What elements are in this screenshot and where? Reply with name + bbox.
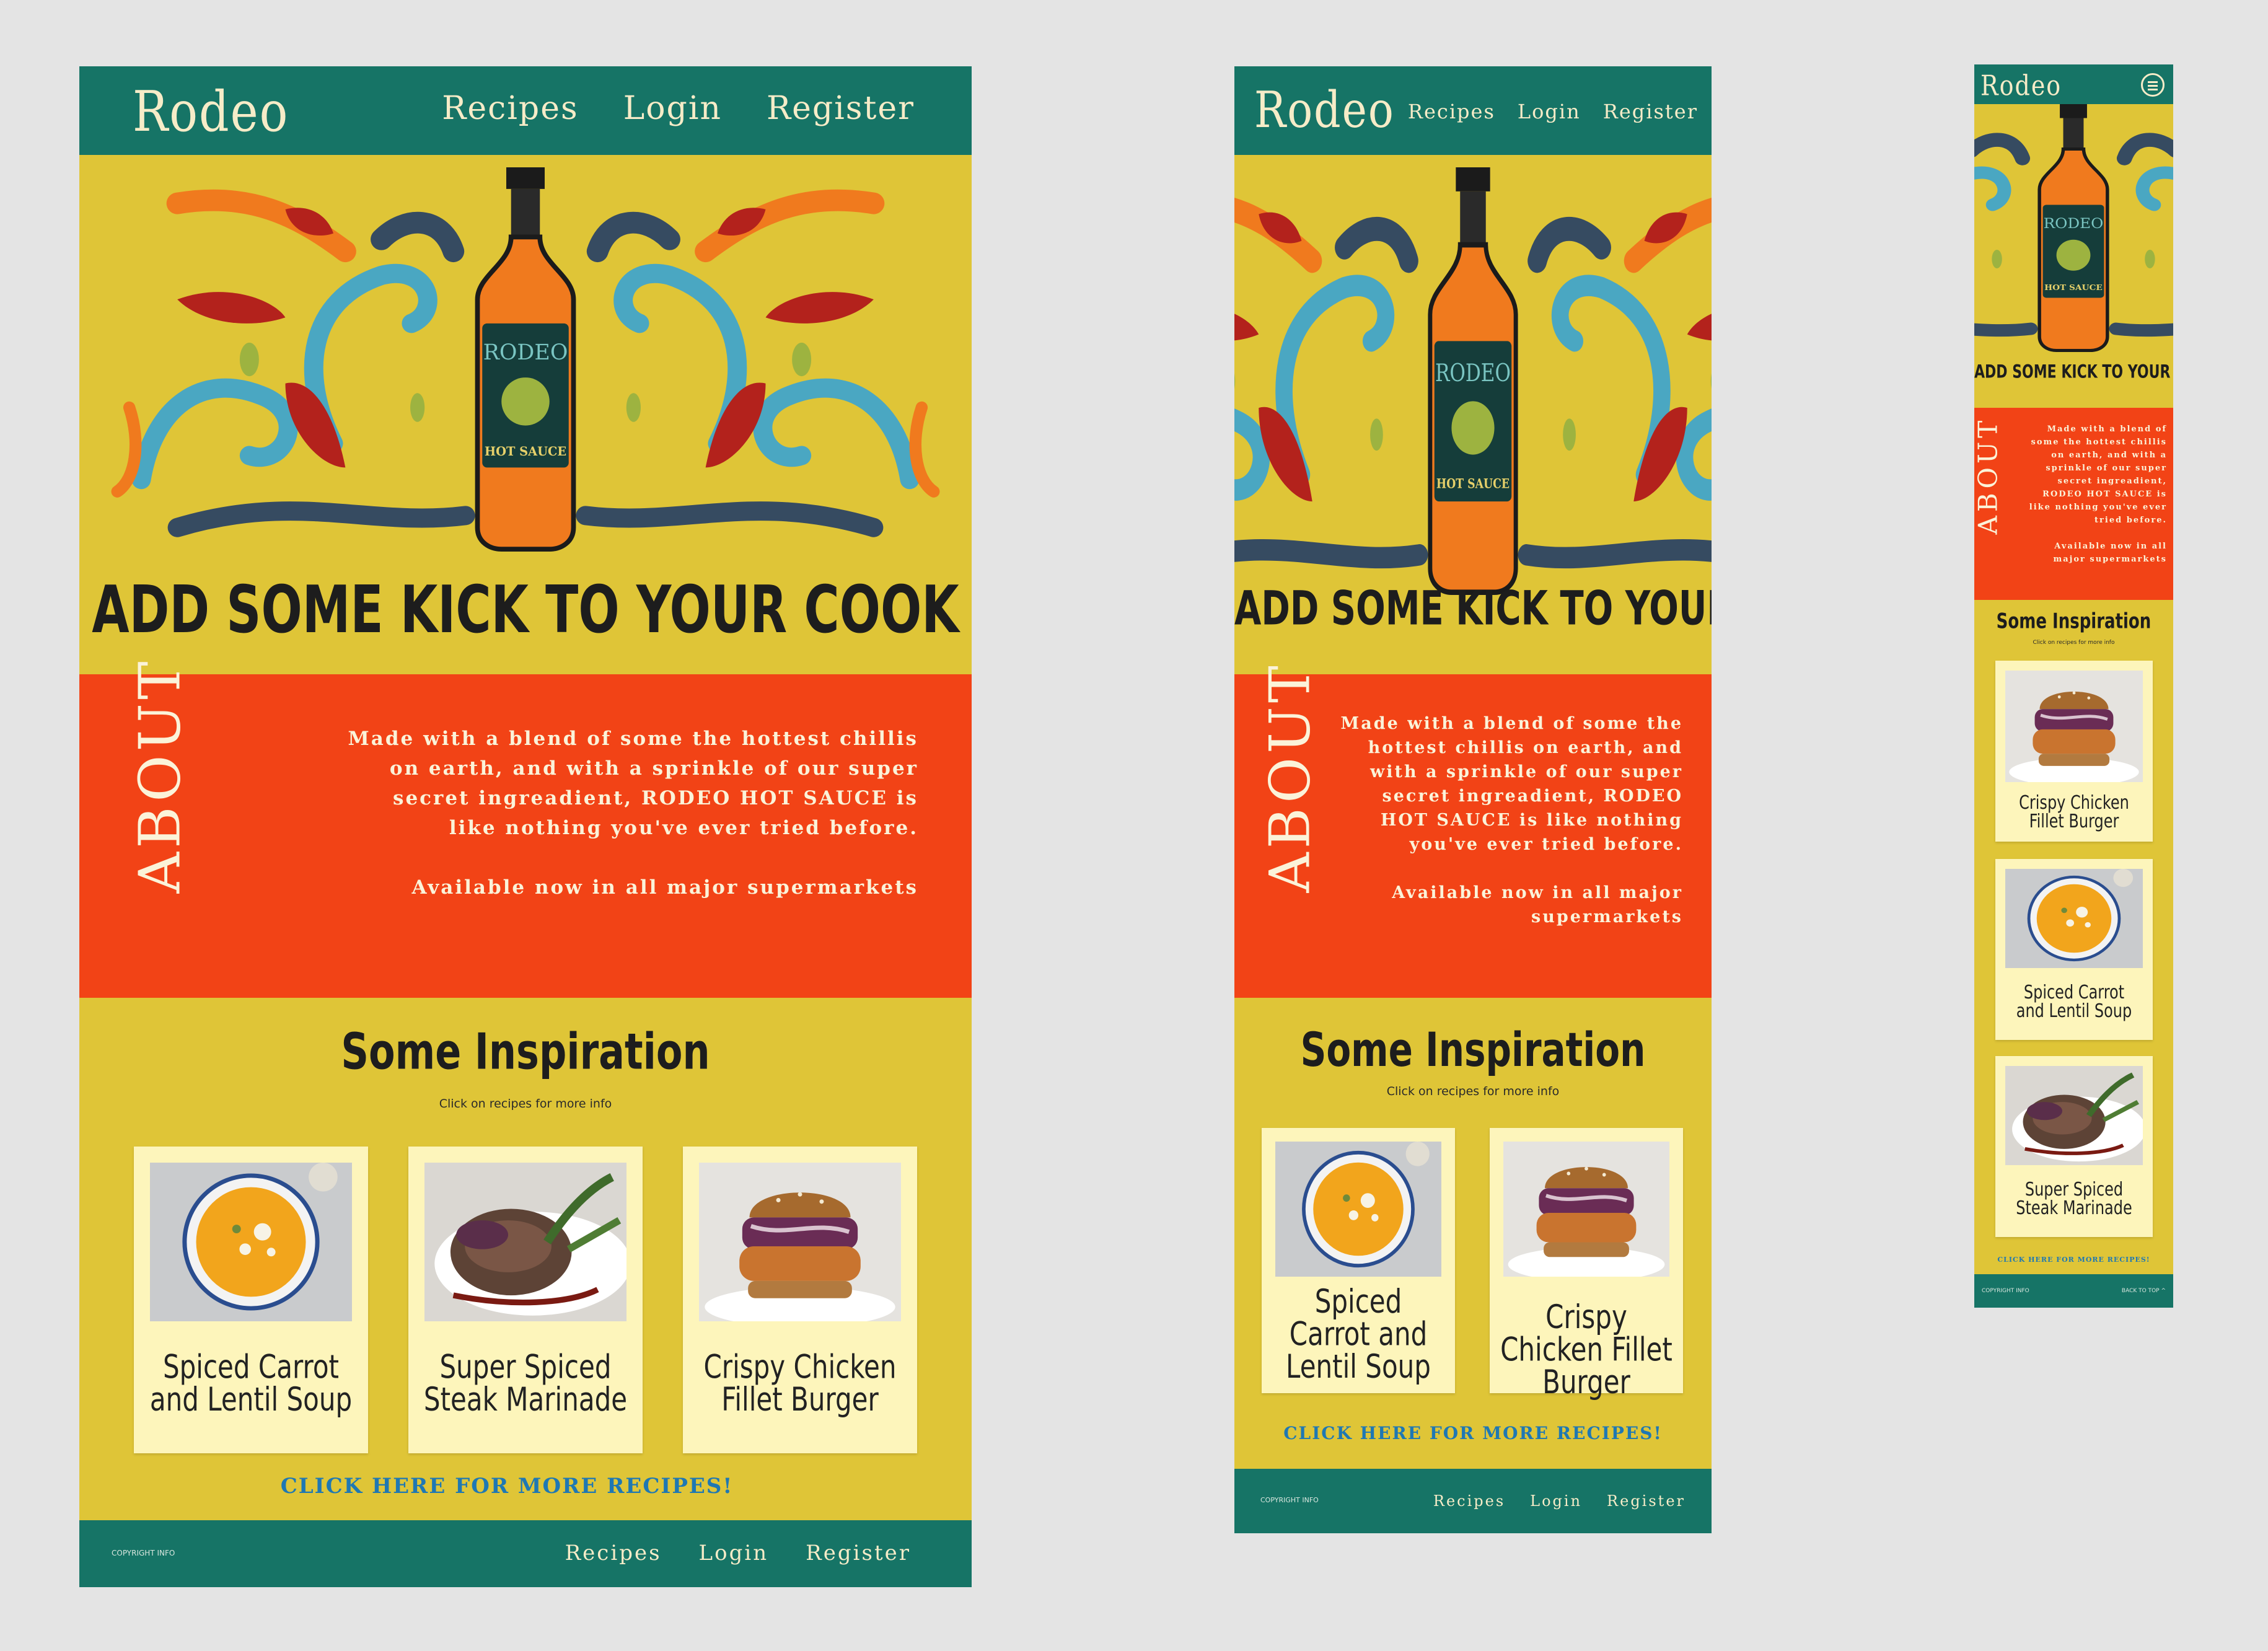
about-section: ABOUT Made with a blend of some the hott… — [79, 658, 972, 998]
logo[interactable]: Rodeo — [133, 79, 289, 144]
recipe-title: Spiced Carrot and Lentil Soup — [2016, 981, 2132, 1022]
footer-nav-login[interactable]: Login — [699, 1541, 769, 1565]
footer-nav-register[interactable]: Register — [1607, 1492, 1686, 1510]
about-section: ABOUT Made with a blend of some the hott… — [1974, 408, 2173, 600]
about-heading: ABOUT — [1257, 662, 1323, 893]
recipe-card-steak[interactable]: Super Spiced Steak Marinade — [1995, 1056, 2153, 1237]
copyright-text: copyright info — [1260, 1496, 1319, 1504]
inspiration-subtitle: Click on recipes for more info — [439, 1097, 612, 1111]
more-recipes-link[interactable]: CLICK HERE FOR MORE RECIPES! — [1974, 1256, 2173, 1264]
about-body: Made with a blend of some the hottest ch… — [342, 724, 918, 902]
recipe-card-soup[interactable]: Spiced Carrot and Lentil Soup — [1995, 859, 2153, 1040]
steak-photo — [424, 1163, 626, 1321]
burger-photo — [1503, 1142, 1669, 1277]
recipe-title: Crispy Chicken Fillet Burger — [703, 1347, 897, 1419]
recipe-card-soup[interactable]: Spiced Carrot and Lentil Soup — [134, 1147, 368, 1453]
nav-register[interactable]: Register — [1603, 100, 1698, 123]
recipe-card-steak[interactable]: Super Spiced Steak Marinade — [408, 1147, 643, 1453]
nav-register[interactable]: Register — [767, 90, 915, 127]
mobile-mockup: Rodeo ADD SOME KICK TO YOUR COOK ABOUT M… — [1974, 64, 2173, 1308]
hero-headline: ADD SOME KICK TO YOUR COOK — [1234, 581, 1712, 636]
hero-section: ADD SOME KICK TO YOUR COOK — [79, 155, 972, 674]
logo[interactable]: Rodeo — [1254, 82, 1395, 139]
copyright-text: copyright info — [112, 1549, 175, 1557]
footer: copyright info back to top ^ — [1974, 1274, 2173, 1308]
nav-login[interactable]: Login — [1518, 100, 1581, 123]
about-availability: Available now in all major supermarkets — [2053, 542, 2167, 564]
hero-section: ADD SOME KICK TO YOUR COOK — [1974, 104, 2173, 408]
main-nav: Recipes Login Register — [1408, 100, 1698, 123]
footer-nav-recipes[interactable]: Recipes — [1433, 1492, 1505, 1510]
tablet-mockup: Rodeo Recipes Login Register ADD SOME KI… — [1234, 66, 1712, 1533]
hero-headline: ADD SOME KICK TO YOUR COOK — [92, 573, 959, 648]
about-description: Made with a blend of some the hottest ch… — [1340, 714, 1683, 854]
about-description: Made with a blend of some the hottest ch… — [2029, 425, 2167, 525]
more-recipes-link[interactable]: CLICK HERE FOR MORE RECIPES! — [1234, 1423, 1712, 1443]
hero-section: ADD SOME KICK TO YOUR COOK — [1234, 155, 1712, 674]
about-description: Made with a blend of some the hottest ch… — [348, 728, 918, 839]
inspiration-section: Some Inspiration Click on recipes for mo… — [79, 998, 972, 1520]
nav-recipes[interactable]: Recipes — [1408, 100, 1495, 123]
soup-photo — [150, 1163, 352, 1321]
main-nav: Recipes Login Register — [442, 90, 915, 127]
back-to-top-link[interactable]: back to top ^ — [2122, 1288, 2166, 1294]
about-body: Made with a blend of some the hottest ch… — [2024, 423, 2167, 566]
header: Rodeo Recipes Login Register — [79, 66, 972, 155]
inspiration-section: Some Inspiration Click on recipes for mo… — [1234, 998, 1712, 1469]
more-recipes-link[interactable]: CLICK HERE FOR MORE RECIPES! — [79, 1474, 953, 1499]
header: Rodeo — [1974, 64, 2173, 104]
recipe-title: Crispy Chicken Fillet Burger — [1500, 1298, 1672, 1401]
about-availability: Available now in all major supermarkets — [411, 876, 918, 899]
about-heading: ABOUT — [1974, 416, 2003, 535]
footer: copyright info Recipes Login Register — [1234, 1469, 1712, 1533]
about-section: ABOUT Made with a blend of some the hott… — [1234, 662, 1712, 998]
soup-photo — [2005, 869, 2143, 968]
recipe-card-soup[interactable]: Spiced Carrot and Lentil Soup — [1262, 1128, 1455, 1393]
header: Rodeo Recipes Login Register — [1234, 66, 1712, 155]
footer-nav-login[interactable]: Login — [1530, 1492, 1582, 1510]
copyright-text: copyright info — [1982, 1288, 2029, 1294]
recipe-title: Super Spiced Steak Marinade — [423, 1347, 628, 1419]
bottle-label-text — [104, 167, 947, 552]
burger-photo — [2005, 671, 2143, 782]
steak-photo — [2005, 1066, 2143, 1165]
inspiration-section: Some Inspiration Click on recipes for mo… — [1974, 600, 2173, 1274]
inspiration-subtitle: Click on recipes for more info — [2033, 640, 2115, 646]
nav-login[interactable]: Login — [623, 90, 722, 127]
desktop-mockup: Rodeo Recipes Login Register ADD SOME KI… — [79, 66, 972, 1587]
footer-nav-register[interactable]: Register — [806, 1541, 911, 1565]
inspiration-title: Some Inspiration — [1996, 609, 2152, 634]
footer-nav: Recipes Login Register — [565, 1541, 911, 1565]
recipe-card-burger[interactable]: Crispy Chicken Fillet Burger — [1995, 661, 2153, 842]
recipe-card-burger[interactable]: Crispy Chicken Fillet Burger — [683, 1147, 917, 1453]
hero-illustration — [1234, 167, 1712, 595]
logo[interactable]: Rodeo — [1980, 69, 2062, 102]
inspiration-subtitle: Click on recipes for more info — [1386, 1085, 1560, 1098]
recipe-title: Spiced Carrot and Lentil Soup — [1286, 1282, 1431, 1386]
about-body: Made with a blend of some the hottest ch… — [1336, 711, 1683, 929]
footer: copyright info Recipes Login Register — [79, 1520, 972, 1587]
about-availability: Available now in all major supermarkets — [1392, 883, 1683, 927]
recipe-title: Super Spiced Steak Marinade — [2016, 1178, 2132, 1219]
recipe-title: Crispy Chicken Fillet Burger — [2019, 791, 2129, 832]
footer-nav-recipes[interactable]: Recipes — [565, 1541, 662, 1565]
recipe-title: Spiced Carrot and Lentil Soup — [149, 1347, 353, 1419]
footer-nav: Recipes Login Register — [1433, 1492, 1686, 1510]
inspiration-title: Some Inspiration — [1300, 1022, 1646, 1078]
hero-headline: ADD SOME KICK TO YOUR COOK — [1974, 361, 2173, 383]
inspiration-title: Some Inspiration — [341, 1022, 710, 1081]
soup-photo — [1275, 1142, 1441, 1277]
recipe-card-burger[interactable]: Crispy Chicken Fillet Burger — [1490, 1128, 1683, 1398]
hero-illustration — [1974, 104, 2173, 352]
nav-recipes[interactable]: Recipes — [442, 90, 578, 127]
menu-icon[interactable] — [2141, 73, 2165, 97]
about-heading: ABOUT — [126, 658, 193, 894]
burger-photo — [699, 1163, 901, 1321]
